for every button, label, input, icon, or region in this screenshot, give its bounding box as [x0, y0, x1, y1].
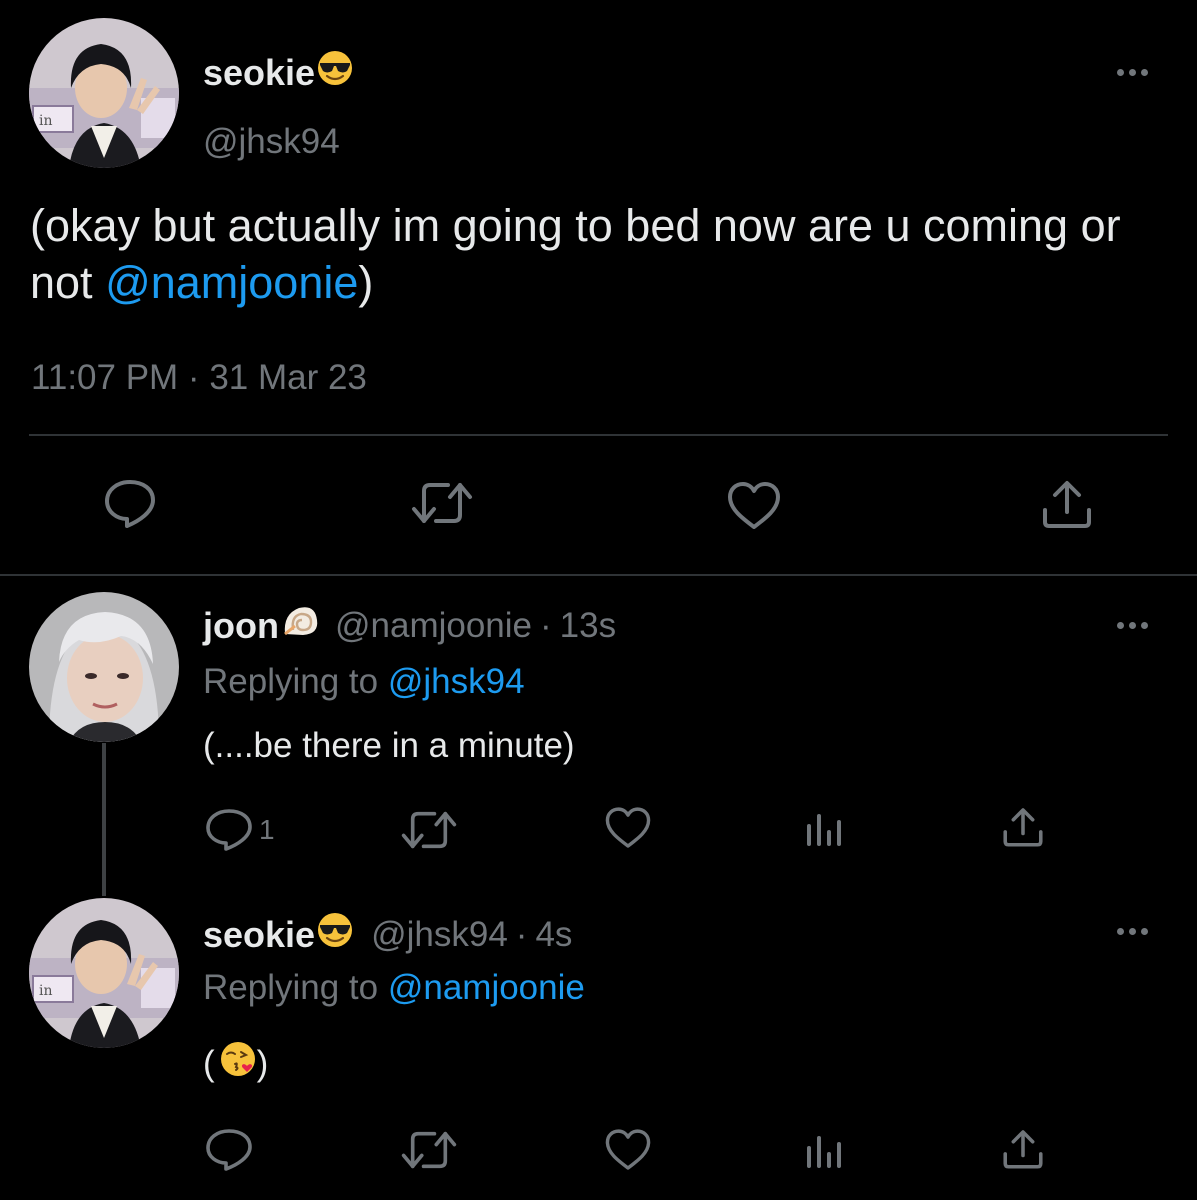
- share-button[interactable]: [1002, 1128, 1044, 1170]
- separator: ·: [515, 914, 528, 954]
- share-icon: [1043, 481, 1091, 528]
- retweet-icon: [401, 811, 457, 849]
- divider: [29, 434, 1168, 436]
- like-icon: [728, 482, 780, 529]
- reply-icon: [105, 480, 155, 528]
- spiral-shell-emoji-icon: [281, 604, 321, 647]
- reply-text-close: ): [256, 1043, 269, 1083]
- retweet-icon: [401, 1131, 457, 1169]
- display-name[interactable]: seokie: [203, 914, 315, 956]
- timestamp[interactable]: 4s: [535, 915, 572, 955]
- more-options-icon[interactable]: [1117, 921, 1157, 941]
- kiss-emoji-icon: [219, 1040, 257, 1087]
- retweet-button[interactable]: [400, 808, 458, 852]
- reply-header: joon @namjoonie · 13s: [203, 604, 616, 647]
- reply-text: ( ): [203, 1040, 268, 1087]
- reply-button[interactable]: [104, 479, 156, 529]
- avatar[interactable]: in: [29, 898, 179, 1048]
- avatar[interactable]: in: [29, 18, 179, 168]
- like-icon: [605, 807, 651, 848]
- views-icon: [807, 1136, 841, 1168]
- svg-text:in: in: [39, 113, 53, 129]
- like-button[interactable]: [604, 806, 652, 850]
- tweet-text-end: ): [358, 257, 374, 308]
- handle[interactable]: @jhsk94: [371, 915, 508, 955]
- replying-to: Replying to @jhsk94: [203, 662, 525, 702]
- reply-count: 1: [259, 814, 275, 845]
- avatar[interactable]: [29, 592, 179, 742]
- replying-to: Replying to @namjoonie: [203, 968, 585, 1008]
- share-button[interactable]: [1002, 806, 1044, 848]
- mention-link[interactable]: @namjoonie: [388, 968, 585, 1007]
- svg-text:in: in: [39, 983, 53, 999]
- share-icon: [1003, 808, 1043, 847]
- mention-link[interactable]: @jhsk94: [388, 662, 525, 701]
- reply-button[interactable]: 1: [205, 808, 275, 852]
- display-name[interactable]: seokie: [203, 50, 353, 95]
- views-button[interactable]: [805, 810, 845, 848]
- like-button[interactable]: [726, 481, 782, 531]
- separator: ·: [540, 605, 552, 645]
- thread-connector: [102, 743, 106, 896]
- retweet-button[interactable]: [400, 1128, 458, 1172]
- timestamp[interactable]: 13s: [560, 606, 616, 646]
- handle[interactable]: @jhsk94: [203, 122, 340, 162]
- share-button[interactable]: [1041, 478, 1093, 530]
- replying-label: Replying to: [203, 662, 388, 701]
- more-options-icon[interactable]: [1117, 615, 1157, 635]
- more-options-icon[interactable]: [1117, 62, 1157, 82]
- handle[interactable]: @namjoonie: [335, 606, 532, 646]
- sunglasses-emoji-icon: [317, 912, 353, 957]
- section-divider: [0, 574, 1197, 576]
- mention-link[interactable]: @namjoonie: [105, 257, 358, 308]
- like-button[interactable]: [604, 1128, 652, 1172]
- share-icon: [1003, 1130, 1043, 1169]
- reply-icon: [206, 809, 252, 851]
- reply-text-open: (: [203, 1043, 215, 1083]
- views-button[interactable]: [805, 1132, 845, 1170]
- display-name[interactable]: joon: [203, 605, 279, 647]
- tweet-timestamp[interactable]: 11:07 PM · 31 Mar 23: [31, 358, 367, 398]
- reply-header: seokie @jhsk94 · 4s: [203, 912, 572, 957]
- retweet-button[interactable]: [410, 479, 474, 527]
- views-icon: [807, 814, 841, 846]
- tweet-thread: in seokie @jhsk94 (okay but actually im …: [0, 0, 1197, 1200]
- tweet-text: (okay but actually im going to bed now a…: [30, 197, 1150, 311]
- like-icon: [605, 1129, 651, 1170]
- display-name-text: seokie: [203, 51, 316, 93]
- reply-icon: [206, 1129, 252, 1171]
- sunglasses-emoji-icon: [317, 50, 353, 95]
- replying-label: Replying to: [203, 968, 388, 1007]
- reply-text: (....be there in a minute): [203, 726, 575, 765]
- main-tweet[interactable]: in seokie @jhsk94 (okay but actually im …: [0, 0, 1197, 576]
- retweet-icon: [412, 483, 472, 523]
- reply-button[interactable]: [205, 1128, 253, 1172]
